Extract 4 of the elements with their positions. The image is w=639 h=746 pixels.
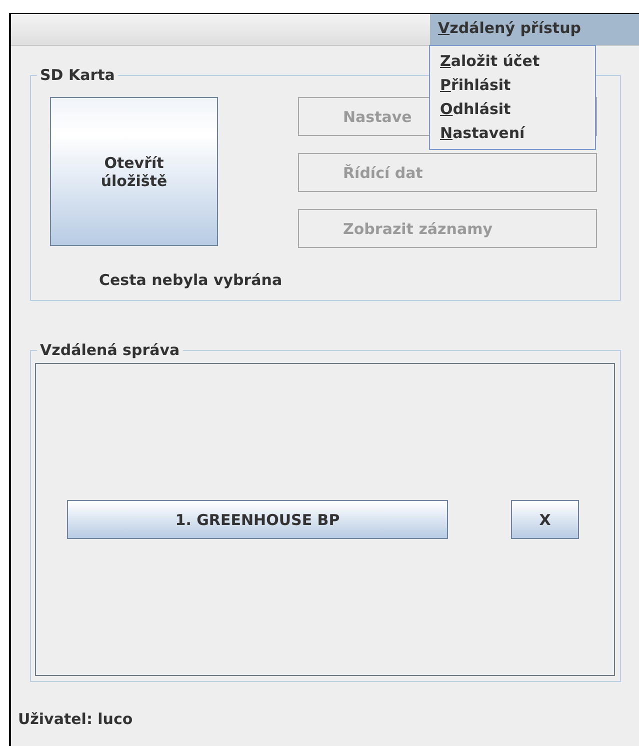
group-title: SD Karta bbox=[39, 66, 116, 84]
user-label: Uživatel: luco bbox=[17, 709, 134, 728]
path-label: Cesta nebyla vybrána bbox=[98, 270, 284, 291]
group-title: Vzdálená správa bbox=[39, 341, 181, 359]
